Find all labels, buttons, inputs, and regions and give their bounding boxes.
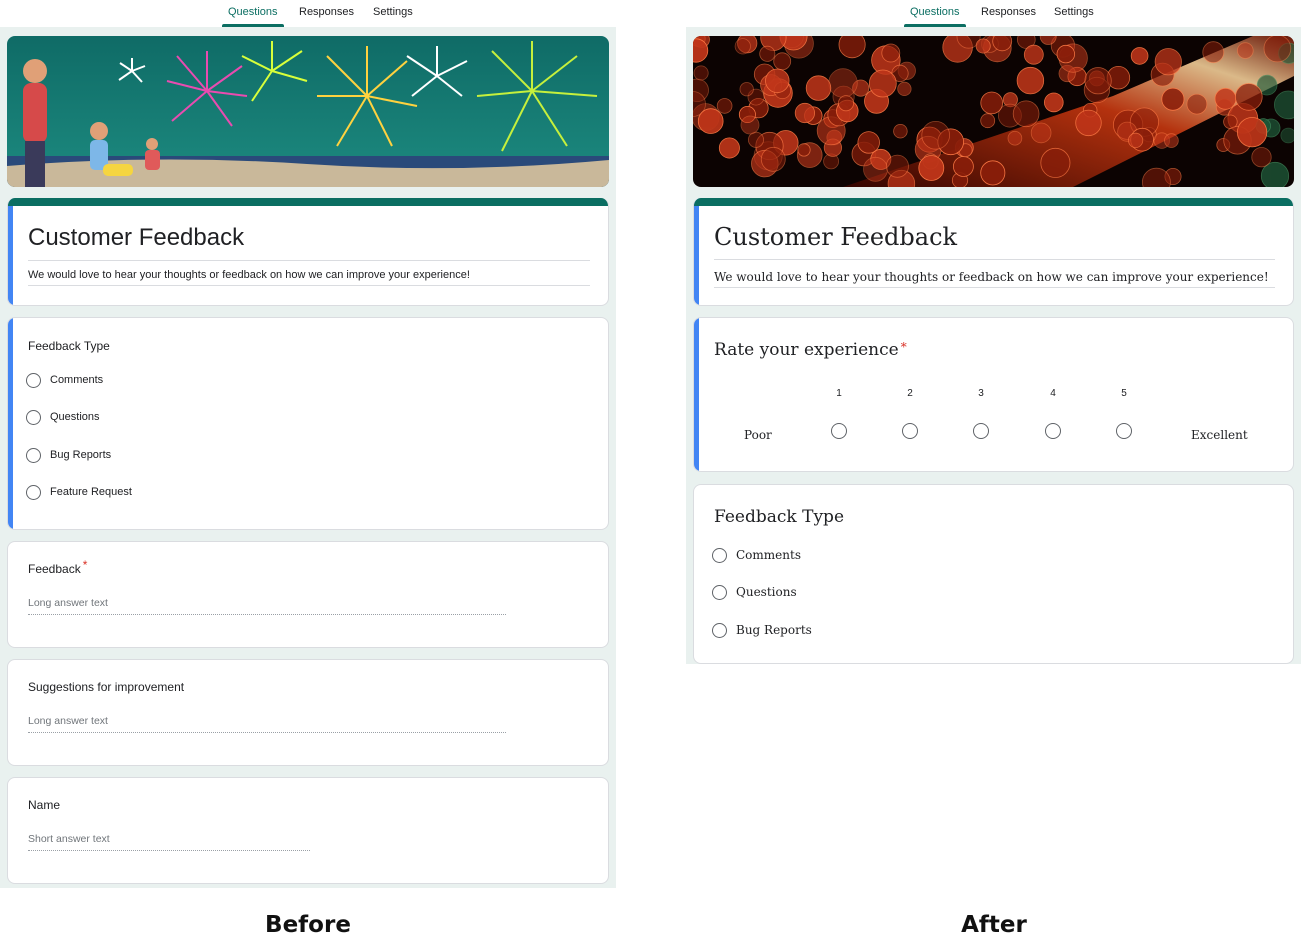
question-card-suggestions[interactable]: Suggestions for improvement Long answer …: [7, 659, 609, 766]
question-card-name[interactable]: Name Short answer text: [7, 777, 609, 884]
required-asterisk: *: [900, 340, 907, 354]
form-description[interactable]: We would love to hear your thoughts or f…: [28, 269, 470, 281]
option-bug-reports[interactable]: Bug Reports: [712, 621, 812, 639]
tab-questions[interactable]: Questions: [904, 6, 966, 27]
radio-button[interactable]: [712, 547, 727, 563]
rating-radio-4[interactable]: [1045, 423, 1061, 439]
option-comments[interactable]: Comments: [26, 371, 103, 389]
option-questions[interactable]: Questions: [712, 583, 797, 601]
rating-radio-5[interactable]: [1116, 423, 1132, 439]
before-panel: Questions Responses Settings Customer Fe…: [0, 0, 616, 888]
question-card-feedback[interactable]: Feedback * Long answer text: [7, 541, 609, 648]
question-title: Feedback *: [28, 558, 88, 576]
option-questions[interactable]: Questions: [26, 408, 100, 426]
form-title-card[interactable]: Customer Feedback We would love to hear …: [7, 198, 609, 306]
rating-radio-2[interactable]: [902, 423, 918, 439]
scale-label-2: 2: [907, 388, 913, 399]
caption-before: Before: [265, 912, 351, 938]
required-asterisk: *: [82, 558, 88, 572]
question-title: Feedback Type: [28, 339, 110, 353]
question-title: Feedback Type: [714, 507, 844, 527]
form-description[interactable]: We would love to hear your thoughts or f…: [714, 270, 1269, 284]
tab-settings[interactable]: Settings: [1054, 6, 1094, 27]
question-card-rating[interactable]: Rate your experience * 1 2 3 4 5 Poor Exc…: [693, 317, 1294, 472]
form-canvas: Customer Feedback We would love to hear …: [686, 27, 1301, 664]
after-panel: Questions Responses Settings Customer Fe…: [686, 0, 1301, 664]
scale-label-5: 5: [1121, 388, 1127, 399]
form-tabs: Questions Responses Settings: [686, 0, 1301, 27]
radio-button[interactable]: [26, 484, 41, 500]
radio-button[interactable]: [26, 372, 41, 388]
form-title[interactable]: Customer Feedback: [714, 223, 957, 251]
rating-radio-3[interactable]: [973, 423, 989, 439]
option-bug-reports[interactable]: Bug Reports: [26, 446, 111, 464]
scale-label-3: 3: [978, 388, 984, 399]
question-title: Rate your experience *: [714, 340, 907, 360]
scale-low-label: Poor: [744, 428, 772, 442]
radio-button[interactable]: [712, 622, 727, 638]
caption-after: After: [961, 912, 1027, 938]
tab-settings[interactable]: Settings: [373, 6, 413, 27]
tab-questions[interactable]: Questions: [222, 6, 284, 27]
radio-button[interactable]: [712, 584, 727, 600]
short-answer-placeholder: Short answer text: [28, 833, 110, 845]
tab-responses[interactable]: Responses: [299, 6, 354, 27]
form-tabs: Questions Responses Settings: [0, 0, 616, 27]
form-canvas: Customer Feedback We would love to hear …: [0, 27, 616, 888]
scale-label-4: 4: [1050, 388, 1056, 399]
long-answer-placeholder: Long answer text: [28, 597, 108, 609]
tab-responses[interactable]: Responses: [981, 6, 1036, 27]
long-answer-placeholder: Long answer text: [28, 715, 108, 727]
rating-radio-1[interactable]: [831, 423, 847, 439]
question-card-feedback-type[interactable]: Feedback Type Comments Questions Bug Rep…: [693, 484, 1294, 664]
option-feature-request[interactable]: Feature Request: [26, 483, 132, 501]
radio-button[interactable]: [26, 409, 41, 425]
scale-high-label: Excellent: [1191, 428, 1248, 442]
form-title[interactable]: Customer Feedback: [28, 224, 244, 252]
question-title: Name: [28, 798, 61, 812]
radio-button[interactable]: [26, 447, 41, 463]
option-comments[interactable]: Comments: [712, 546, 801, 564]
scale-label-1: 1: [836, 388, 842, 399]
header-image: [693, 36, 1294, 187]
form-title-card[interactable]: Customer Feedback We would love to hear …: [693, 198, 1294, 306]
question-title: Suggestions for improvement: [28, 680, 185, 694]
header-image: [7, 36, 609, 187]
question-card-feedback-type[interactable]: Feedback Type Comments Questions Bug Rep…: [7, 317, 609, 530]
